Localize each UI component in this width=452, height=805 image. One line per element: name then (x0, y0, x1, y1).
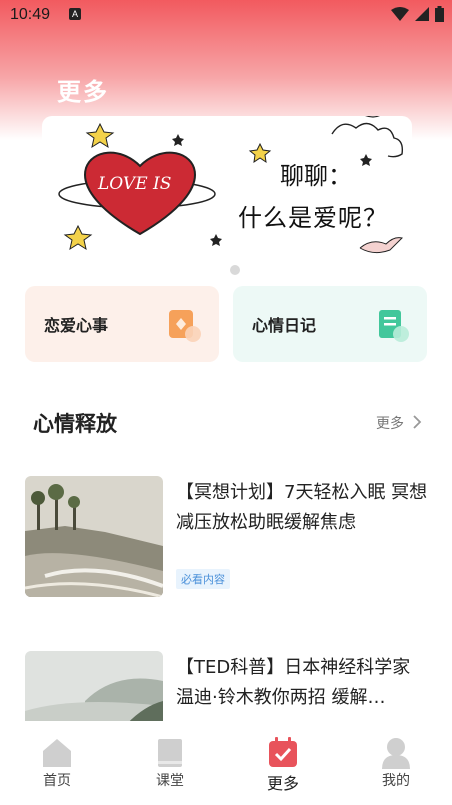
tab-more-label: 更多 (266, 774, 299, 793)
love-note-icon (169, 310, 201, 342)
battery-icon (435, 6, 444, 22)
profile-icon (382, 738, 410, 769)
calendar-check-icon (269, 737, 297, 767)
tab-class[interactable]: 课堂 (130, 721, 210, 805)
article-title: 【冥想计划】7天轻松入眠 冥想 减压放松助眠缓解焦虑 (176, 482, 428, 533)
tab-home[interactable]: 首页 (17, 721, 97, 805)
article-thumbnail (25, 476, 163, 597)
status-icons (391, 6, 444, 22)
carousel-indicator (230, 265, 240, 275)
bottom-tab-bar: 首页 课堂 更多 我的 (0, 721, 452, 805)
status-time: 10:49 (10, 6, 51, 23)
tab-more[interactable]: 更多 (243, 721, 323, 805)
banner-heart-text: LOVE IS (98, 174, 172, 194)
signal-icon (415, 7, 429, 21)
tab-mine-label: 我的 (382, 773, 410, 789)
article-card[interactable]: 【冥想计划】7天轻松入眠 冥想 减压放松助眠缓解焦虑 必看内容 (25, 476, 430, 598)
love-matters-card[interactable]: 恋爱心事 (25, 286, 219, 362)
article-title: 【TED科普】日本神经科学家温迪·铃木教你两招 缓解… (176, 657, 411, 708)
diary-icon (379, 310, 409, 342)
wifi-icon (391, 7, 409, 21)
section-title: 心情释放 (33, 412, 117, 436)
page-title: 更多 (57, 78, 109, 106)
love-matters-label: 恋爱心事 (44, 316, 109, 335)
must-read-tag: 必看内容 (176, 569, 230, 589)
chevron-right-icon[interactable] (412, 414, 422, 430)
banner-headline-line2: 什么是爱呢？ (238, 204, 388, 232)
tab-mine[interactable]: 我的 (356, 721, 436, 805)
book-icon (158, 739, 182, 767)
banner-carousel[interactable]: LOVE IS 聊聊： 什么是爱呢？ (42, 116, 412, 262)
mood-diary-label: 心情日记 (252, 316, 317, 335)
status-bar: 10:49 A (0, 0, 452, 32)
notification-app-icon: A (69, 8, 81, 20)
tab-class-label: 课堂 (156, 773, 184, 789)
banner-headline-line1: 聊聊： (280, 162, 352, 190)
tab-home-label: 首页 (43, 773, 71, 789)
section-more-link[interactable]: 更多 (376, 413, 404, 433)
mood-diary-card[interactable]: 心情日记 (233, 286, 427, 362)
home-icon (43, 739, 71, 767)
